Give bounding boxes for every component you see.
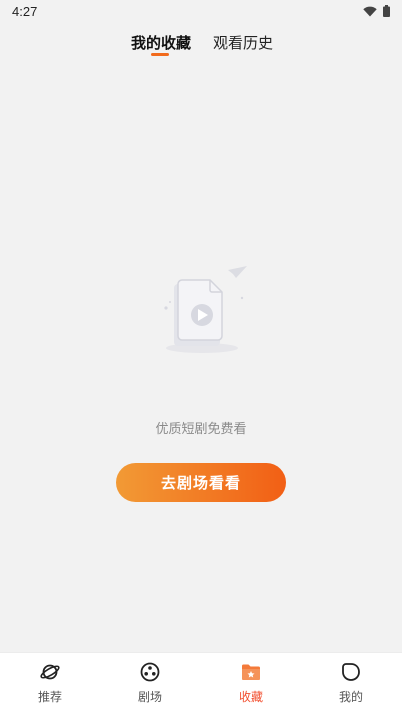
nav-item-theater[interactable]: 剧场 <box>120 661 180 705</box>
tab-favorites[interactable]: 我的收藏 <box>131 32 191 53</box>
status-bar: 4:27 <box>0 0 402 24</box>
nav-item-mine[interactable]: 我的 <box>321 661 381 705</box>
profile-leaf-icon <box>340 661 362 683</box>
nav-item-recommend[interactable]: 推荐 <box>20 661 80 705</box>
film-reel-icon <box>139 661 161 683</box>
nav-label-mine: 我的 <box>338 690 363 704</box>
bottom-nav: 推荐 剧场 收藏 我的 <box>0 652 402 716</box>
tab-history[interactable]: 观看历史 <box>213 32 273 53</box>
status-time: 4:27 <box>12 4 38 19</box>
top-tabs: 我的收藏 观看历史 <box>0 28 402 62</box>
battery-icon <box>383 5 390 17</box>
empty-state-message: 优质短剧免费看 <box>155 422 247 437</box>
planet-icon <box>39 661 61 683</box>
nav-item-favorites[interactable]: 收藏 <box>221 661 281 705</box>
nav-label-theater: 剧场 <box>137 690 162 704</box>
folder-star-icon <box>240 661 262 683</box>
nav-label-recommend: 推荐 <box>37 690 62 704</box>
active-tab-indicator <box>151 53 169 56</box>
nav-label-favorites: 收藏 <box>238 690 263 704</box>
go-to-theater-button[interactable]: 去剧场看看 <box>116 463 286 502</box>
status-icons <box>363 5 390 17</box>
video-file-icon <box>156 262 252 358</box>
wifi-icon <box>363 6 377 17</box>
